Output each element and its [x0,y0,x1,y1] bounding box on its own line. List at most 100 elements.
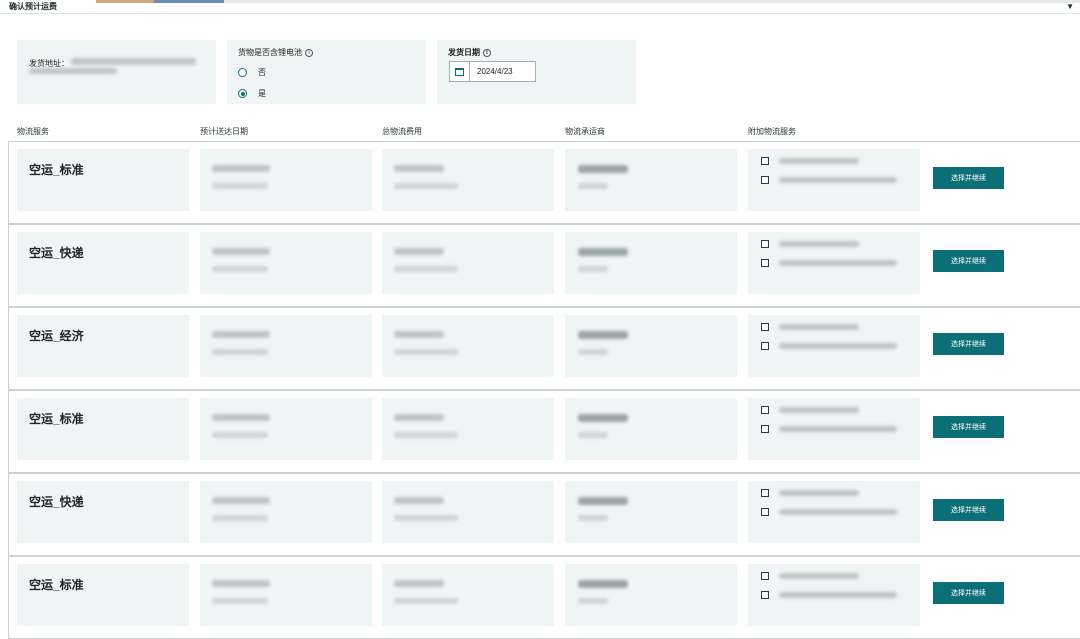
service-name: 空运_标准 [29,578,84,592]
eta-cell [200,564,372,626]
addon-checkbox[interactable] [761,489,769,497]
eta-subvalue [212,515,268,521]
addons-cell [748,149,920,211]
caret-down-icon[interactable]: ▼ [1066,2,1074,11]
eta-subvalue [212,266,268,272]
ship-date-input[interactable]: 2024/4/23 [449,61,536,82]
addon-label [779,343,897,349]
carrier-subvalue [578,432,608,438]
eta-cell [200,149,372,211]
column-header-cost: 总物流费用 [382,127,422,136]
header-decor-stripe [154,0,224,3]
addon-checkbox[interactable] [761,406,769,414]
eta-cell [200,232,372,294]
addon-label [779,324,859,330]
eta-cell [200,481,372,543]
shipping-option-row: 空运_标准 选择并继续 [8,390,1080,473]
shipping-option-row: 空运_快递 选择并继续 [8,224,1080,307]
select-and-continue-button[interactable]: 选择并继续 [933,333,1004,355]
info-icon[interactable]: i [483,49,491,57]
eta-subvalue [212,432,268,438]
radio-yes[interactable] [238,89,247,98]
addon-checkbox[interactable] [761,157,769,165]
shipping-address-value-line2 [29,68,117,74]
service-cell: 空运_经济 [17,315,189,377]
radio-no[interactable] [238,68,247,77]
carrier-value [578,248,628,256]
addon-checkbox[interactable] [761,591,769,599]
cost-cell [382,149,554,211]
select-and-continue-button[interactable]: 选择并继续 [933,499,1004,521]
addon-label [779,241,859,247]
addon-label [779,509,897,515]
addon-checkbox[interactable] [761,176,769,184]
addon-checkbox[interactable] [761,342,769,350]
select-and-continue-button[interactable]: 选择并继续 [933,167,1004,189]
cost-subvalue [394,432,458,438]
shipping-option-row: 空运_标准 选择并继续 [8,556,1080,639]
service-cell: 空运_快递 [17,232,189,294]
calendar-button[interactable] [450,62,470,81]
cost-cell [382,232,554,294]
carrier-subvalue [578,515,608,521]
service-cell: 空运_标准 [17,149,189,211]
select-and-continue-button[interactable]: 选择并继续 [933,582,1004,604]
cost-subvalue [394,349,458,355]
addon-label [779,158,859,164]
cost-value [394,165,444,172]
select-and-continue-button[interactable]: 选择并继续 [933,250,1004,272]
addon-label [779,426,897,432]
addon-label [779,490,859,496]
carrier-subvalue [578,266,608,272]
carrier-cell [565,315,737,377]
calendar-icon [455,67,464,76]
ship-date-value: 2024/4/23 [477,67,513,76]
battery-question-panel: 货物是否含锂电池 i 否 是 [227,40,426,104]
eta-value [212,248,270,255]
eta-cell [200,315,372,377]
addons-cell [748,564,920,626]
cost-value [394,497,444,504]
carrier-subvalue [578,598,608,604]
eta-subvalue [212,349,268,355]
column-header-carrier: 物流承运商 [565,127,605,136]
select-and-continue-button[interactable]: 选择并继续 [933,416,1004,438]
addon-checkbox[interactable] [761,323,769,331]
ship-date-label: 发货日期 i [448,47,491,58]
battery-option-yes[interactable]: 是 [238,88,266,99]
addon-checkbox[interactable] [761,240,769,248]
addon-checkbox[interactable] [761,572,769,580]
cost-subvalue [394,598,458,604]
column-header-addons: 附加物流服务 [748,127,796,136]
carrier-cell [565,564,737,626]
radio-label-yes: 是 [258,89,266,98]
cost-value [394,580,444,587]
addon-checkbox[interactable] [761,259,769,267]
carrier-value [578,497,628,505]
addons-cell [748,232,920,294]
eta-subvalue [212,598,268,604]
cost-subvalue [394,266,458,272]
section-header[interactable]: 确认预计运费 ▼ [0,0,1080,14]
info-icon[interactable]: i [305,49,313,57]
shipping-address-value [71,58,196,65]
section-title: 确认预计运费 [9,2,57,11]
addon-label [779,592,897,598]
service-name: 空运_标准 [29,163,84,177]
addon-checkbox[interactable] [761,425,769,433]
header-decor-stripe [224,0,1080,3]
addon-checkbox[interactable] [761,508,769,516]
carrier-value [578,165,628,173]
service-name: 空运_经济 [29,329,84,343]
eta-value [212,165,270,172]
battery-option-no[interactable]: 否 [238,67,266,78]
cost-subvalue [394,515,458,521]
cost-subvalue [394,183,458,189]
addons-cell [748,398,920,460]
cost-cell [382,481,554,543]
eta-value [212,497,270,504]
cost-cell [382,398,554,460]
column-header-eta: 预计送达日期 [200,127,248,136]
carrier-subvalue [578,349,608,355]
service-cell: 空运_快递 [17,481,189,543]
